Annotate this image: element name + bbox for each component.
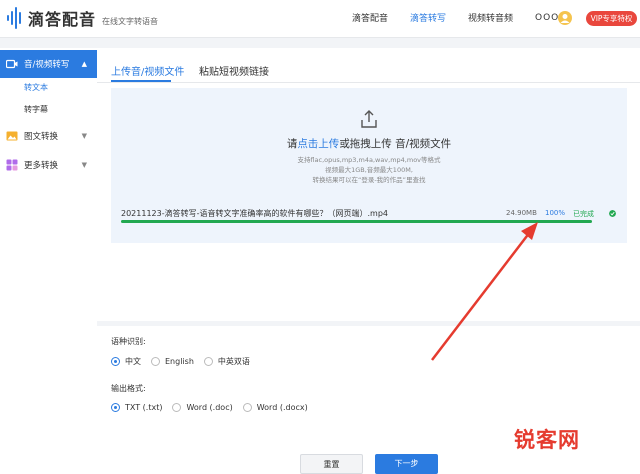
tab-upload-file[interactable]: 上传音/视频文件 (111, 63, 184, 78)
progress-fill (121, 220, 592, 223)
sidebar-item-image-text[interactable]: 图文转换 ▼ (0, 122, 97, 150)
option-label: English (165, 357, 194, 366)
chevron-down-icon: ▼ (81, 161, 87, 169)
language-option-chinese[interactable]: 中文 (111, 356, 141, 367)
section-divider (97, 321, 640, 326)
nav-dida-dubbing[interactable]: 滴答配音 (352, 0, 388, 38)
sidebar-sub-to-text[interactable]: 转文本 (24, 82, 48, 93)
nav-dida-transcribe[interactable]: 滴答转写 (410, 0, 446, 38)
image-icon (6, 131, 18, 141)
main-panel: 上传音/视频文件 粘贴短视频链接 请点击上传或拖拽上传 音/视频文件 支持fla… (97, 48, 640, 474)
sidebar-item-label: 图文转换 (24, 132, 59, 142)
watermark: 锐客网 (514, 428, 580, 452)
option-label: 中文 (125, 357, 141, 366)
option-label: Word (.doc) (186, 403, 233, 412)
click-upload-link[interactable]: 点击上传 (297, 138, 339, 150)
file-percent: 100% (545, 209, 566, 217)
video-icon (6, 59, 18, 69)
reset-button[interactable]: 重置 (300, 454, 363, 474)
username[interactable]: OOO (535, 13, 559, 23)
logo[interactable]: 滴答配音 在线文字转语音 (6, 6, 158, 30)
upload-hint-results: 转换结果可以在“登录-我的作品”里查找 (312, 176, 426, 184)
radio-button[interactable] (111, 357, 120, 366)
radio-button[interactable] (203, 357, 213, 366)
sidebar-item-more[interactable]: 更多转换 ▼ (0, 151, 97, 179)
option-label: TXT (.txt) (125, 403, 163, 412)
check-icon (609, 210, 616, 217)
format-options: TXT (.txt) Word (.doc) Word (.docx) (111, 403, 318, 412)
option-label: Word (.docx) (256, 403, 308, 412)
upload-title: 请点击上传或拖拽上传 音/视频文件 (111, 136, 627, 151)
sidebar-sub-to-subtitle[interactable]: 转字幕 (24, 104, 48, 115)
format-option-docx[interactable]: Word (.docx) (242, 403, 308, 412)
sidebar-item-audio-video-transcribe[interactable]: 音/视频转写 ▲ (0, 50, 97, 78)
progress-bar (121, 220, 592, 223)
nav-video-to-audio[interactable]: 视频转音频 (468, 0, 513, 38)
chevron-down-icon: ▼ (81, 132, 87, 140)
format-label: 输出格式: (111, 384, 146, 393)
file-name: 20211123-滴答转写-语音转文字准确率高的软件有哪些？（网页端）.mp4 (121, 209, 388, 218)
logo-tagline: 在线文字转语音 (102, 16, 159, 26)
language-label: 语种识别: (111, 337, 146, 346)
next-step-button[interactable]: 下一步 (375, 454, 438, 474)
format-option-doc[interactable]: Word (.doc) (172, 403, 233, 412)
sidebar: 音/视频转写 ▲ 转文本 转字幕 图文转换 ▼ 更多转换 ▼ (0, 48, 97, 474)
upload-title-prefix: 请 (286, 138, 298, 150)
sound-wave-icon (7, 7, 21, 29)
radio-button[interactable] (111, 403, 120, 412)
language-option-bilingual[interactable]: 中英双语 (203, 356, 250, 367)
radio-button[interactable] (151, 357, 160, 366)
grid-icon (6, 159, 18, 171)
file-status: 已完成 (573, 210, 594, 218)
vip-button[interactable]: VIP专享特权 (586, 11, 637, 26)
option-label: 中英双语 (217, 357, 250, 366)
tab-paste-link[interactable]: 粘贴短视频链接 (199, 63, 269, 78)
chevron-up-icon: ▲ (81, 60, 87, 68)
language-options: 中文 English 中英双语 (111, 356, 260, 367)
avatar-icon[interactable] (558, 11, 572, 25)
upload-hint-size: 视频最大1GB,音频最大100M, (325, 166, 413, 174)
file-size: 24.90MB (506, 209, 537, 217)
top-header: 滴答配音 在线文字转语音 滴答配音 滴答转写 视频转音频 OOO VIP专享特权 (0, 0, 640, 38)
sidebar-item-label: 音/视频转写 (24, 60, 70, 70)
radio-button[interactable] (242, 403, 252, 412)
format-option-txt[interactable]: TXT (.txt) (111, 403, 162, 412)
upload-title-suffix: 或拖拽上传 音/视频文件 (339, 138, 452, 150)
sidebar-item-label: 更多转换 (24, 161, 59, 171)
radio-button[interactable] (172, 403, 182, 412)
language-option-english[interactable]: English (151, 357, 194, 366)
upload-hint-formats: 支持flac,opus,mp3,m4a,wav,mp4,mov等格式 (297, 156, 441, 164)
upload-icon (361, 110, 377, 128)
tab-active-indicator (111, 80, 171, 82)
tab-divider (97, 82, 640, 83)
logo-name: 滴答配音 (28, 10, 97, 29)
